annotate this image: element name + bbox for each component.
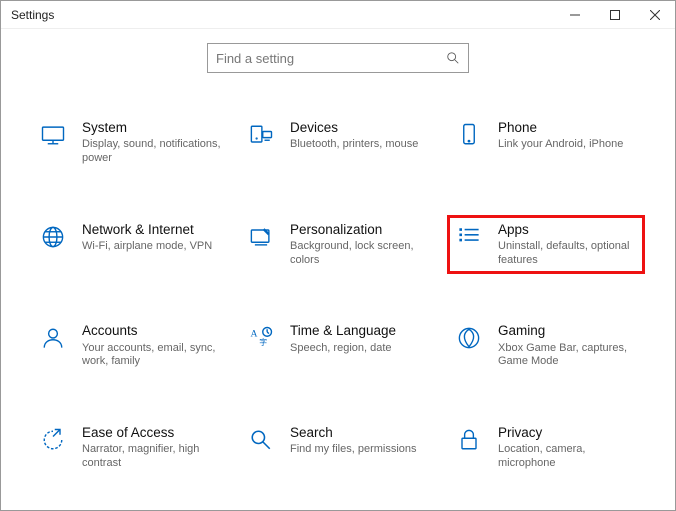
category-name: System	[82, 120, 222, 136]
window-title: Settings	[11, 8, 54, 22]
category-personalization[interactable]: Personalization Background, lock screen, …	[239, 215, 437, 275]
category-network[interactable]: Network & Internet Wi-Fi, airplane mode, …	[31, 215, 229, 275]
category-ease[interactable]: Ease of Access Narrator, magnifier, high …	[31, 418, 229, 478]
category-text: Accounts Your accounts, email, sync, work…	[82, 323, 222, 369]
category-desc: Location, camera, microphone	[498, 443, 638, 471]
category-desc: Bluetooth, printers, mouse	[290, 138, 418, 152]
window-controls	[555, 1, 675, 29]
content-area: System Display, sound, notifications, pow…	[1, 29, 675, 509]
categories-grid: System Display, sound, notifications, pow…	[31, 113, 645, 509]
phone-icon	[454, 120, 484, 150]
category-desc: Link your Android, iPhone	[498, 138, 623, 152]
personalization-icon	[246, 222, 276, 252]
category-name: Privacy	[498, 425, 638, 441]
category-text: Ease of Access Narrator, magnifier, high …	[82, 425, 222, 471]
category-name: Network & Internet	[82, 222, 212, 238]
maximize-button[interactable]	[595, 1, 635, 29]
category-name: Search	[290, 425, 417, 441]
category-name: Apps	[498, 222, 638, 238]
apps-icon	[454, 222, 484, 252]
category-name: Accounts	[82, 323, 222, 339]
category-text: Devices Bluetooth, printers, mouse	[290, 120, 418, 152]
category-desc: Your accounts, email, sync, work, family	[82, 342, 222, 370]
category-desc: Speech, region, date	[290, 342, 396, 356]
category-text: Gaming Xbox Game Bar, captures, Game Mode	[498, 323, 638, 369]
category-name: Ease of Access	[82, 425, 222, 441]
category-text: Phone Link your Android, iPhone	[498, 120, 623, 152]
category-name: Devices	[290, 120, 418, 136]
category-name: Phone	[498, 120, 623, 136]
category-text: Privacy Location, camera, microphone	[498, 425, 638, 471]
category-system[interactable]: System Display, sound, notifications, pow…	[31, 113, 229, 173]
search-icon	[246, 425, 276, 455]
search-container	[31, 43, 645, 73]
accounts-icon	[38, 323, 68, 353]
category-desc: Narrator, magnifier, high contrast	[82, 443, 222, 471]
network-icon	[38, 222, 68, 252]
search-input[interactable]	[216, 51, 446, 66]
category-name: Time & Language	[290, 323, 396, 339]
category-desc: Xbox Game Bar, captures, Game Mode	[498, 342, 638, 370]
category-desc: Find my files, permissions	[290, 443, 417, 457]
category-name: Personalization	[290, 222, 430, 238]
category-time[interactable]: A字 Time & Language Speech, region, date	[239, 316, 437, 376]
ease-icon	[38, 425, 68, 455]
gaming-icon	[454, 323, 484, 353]
close-button[interactable]	[635, 1, 675, 29]
category-text: Search Find my files, permissions	[290, 425, 417, 457]
devices-icon	[246, 120, 276, 150]
category-search[interactable]: Search Find my files, permissions	[239, 418, 437, 478]
category-phone[interactable]: Phone Link your Android, iPhone	[447, 113, 645, 173]
category-apps[interactable]: Apps Uninstall, defaults, optional featur…	[447, 215, 645, 275]
svg-text:字: 字	[259, 337, 267, 347]
category-privacy[interactable]: Privacy Location, camera, microphone	[447, 418, 645, 478]
category-text: Personalization Background, lock screen, …	[290, 222, 430, 268]
category-gaming[interactable]: Gaming Xbox Game Bar, captures, Game Mode	[447, 316, 645, 376]
svg-text:A: A	[251, 329, 258, 340]
search-icon	[446, 51, 460, 65]
minimize-button[interactable]	[555, 1, 595, 29]
search-box[interactable]	[207, 43, 469, 73]
titlebar: Settings	[1, 1, 675, 29]
category-text: Time & Language Speech, region, date	[290, 323, 396, 355]
time-icon: A字	[246, 323, 276, 353]
category-desc: Wi-Fi, airplane mode, VPN	[82, 240, 212, 254]
category-accounts[interactable]: Accounts Your accounts, email, sync, work…	[31, 316, 229, 376]
category-text: Apps Uninstall, defaults, optional featur…	[498, 222, 638, 268]
system-icon	[38, 120, 68, 150]
category-desc: Background, lock screen, colors	[290, 240, 430, 268]
category-name: Gaming	[498, 323, 638, 339]
category-text: Network & Internet Wi-Fi, airplane mode, …	[82, 222, 212, 254]
category-devices[interactable]: Devices Bluetooth, printers, mouse	[239, 113, 437, 173]
category-text: System Display, sound, notifications, pow…	[82, 120, 222, 166]
category-desc: Display, sound, notifications, power	[82, 138, 222, 166]
category-desc: Uninstall, defaults, optional features	[498, 240, 638, 268]
privacy-icon	[454, 425, 484, 455]
